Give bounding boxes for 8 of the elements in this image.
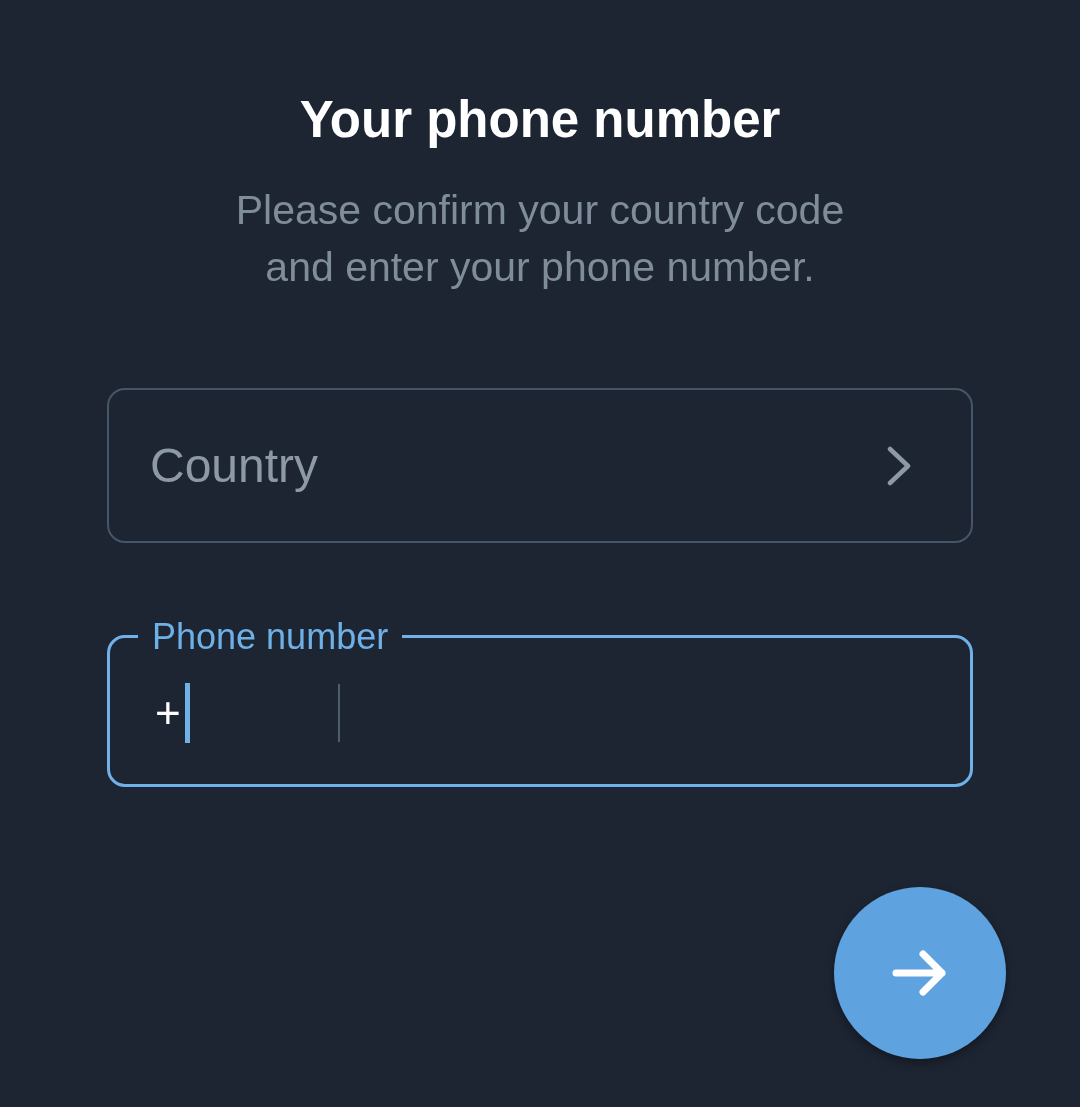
arrow-right-icon [892, 949, 948, 997]
field-label: Phone number [151, 616, 390, 657]
chevron-right-icon [887, 445, 911, 486]
instructions-text: Please confirm your country code and enter your phone number. [234, 186, 846, 292]
country-field[interactable]: Country [107, 388, 973, 543]
country-code-field[interactable]: + [155, 682, 338, 743]
text-cursor-icon [184, 682, 190, 743]
screen-title: Your phone number [299, 92, 781, 148]
